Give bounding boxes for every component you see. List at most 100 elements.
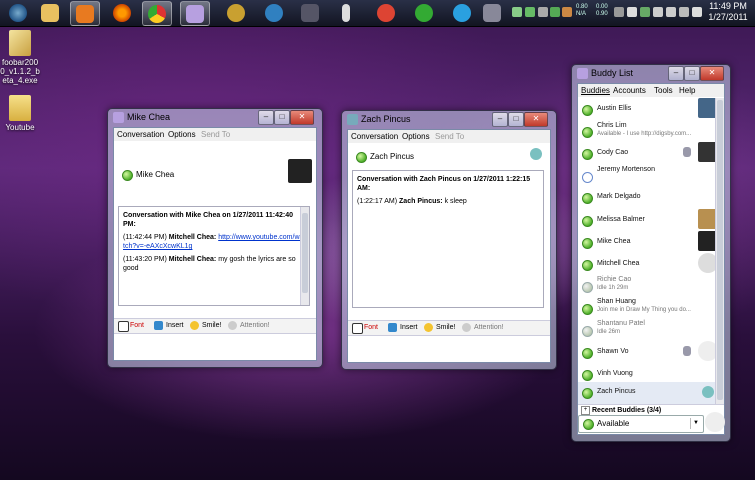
taskbar-explorer-button[interactable] [36, 1, 64, 24]
maximize-button[interactable]: □ [508, 112, 524, 127]
buddy-item[interactable]: Mike Chea [578, 230, 724, 252]
taskbar-chrome-button[interactable] [142, 1, 172, 26]
status-idle-icon [582, 282, 593, 293]
contact-name: Zach Pincus [370, 152, 415, 161]
network-tray-icon[interactable] [512, 7, 522, 17]
chat-scrollbar[interactable] [300, 207, 309, 305]
font-button[interactable]: Font [130, 322, 144, 329]
buddy-item[interactable]: Melissa Balmer [578, 208, 724, 230]
menu-tools[interactable]: Tools [654, 86, 673, 95]
menu-accounts[interactable]: Accounts [613, 86, 646, 95]
status-available-icon [122, 170, 133, 181]
insert-button[interactable]: Insert [400, 324, 418, 331]
buddy-item[interactable]: Vinh Vuong [578, 362, 724, 384]
tray-flag-icon[interactable] [666, 7, 676, 17]
menu-options[interactable]: Options [168, 130, 196, 139]
attention-button[interactable]: Attention! [240, 322, 270, 329]
taskbar-media-player-button[interactable] [70, 1, 100, 26]
desktop-icon-foobar[interactable]: foobar2000_v1.1.2_beta_4.exe [0, 30, 40, 85]
minimize-button[interactable]: – [492, 112, 508, 127]
taskbar-app3-button[interactable] [478, 1, 506, 24]
menu-buddies[interactable]: Buddies [581, 86, 610, 95]
taskbar-utorrent-button[interactable] [410, 1, 438, 24]
tray-network-icon[interactable] [679, 7, 689, 17]
buddy-item[interactable]: Shawn Vo [578, 340, 724, 362]
maximize-button[interactable]: □ [274, 110, 290, 125]
close-button[interactable]: ✕ [290, 110, 314, 125]
buddy-status-message: Available - I use http://digsby.com... [597, 131, 692, 137]
minimize-button[interactable]: – [668, 66, 684, 81]
chevron-down-icon[interactable]: ▼ [690, 418, 701, 429]
start-orb-button[interactable] [4, 1, 32, 24]
tray-utorrent-icon[interactable] [550, 7, 560, 17]
menu-send-to[interactable]: Send To [435, 132, 464, 141]
scrollbar-thumb[interactable] [302, 213, 308, 293]
insert-button[interactable]: Insert [166, 322, 184, 329]
buddy-item[interactable]: Mitchell Chea [578, 252, 724, 274]
status-idle-icon [582, 326, 593, 337]
font-button[interactable]: Font [364, 324, 378, 331]
taskbar-ccleaner-button[interactable] [372, 1, 400, 24]
menu-conversation[interactable]: Conversation [117, 130, 164, 139]
close-button[interactable]: ✕ [700, 66, 724, 81]
titlebar[interactable]: Buddy List – □ ✕ [572, 65, 730, 83]
message-input[interactable] [116, 334, 312, 356]
buddy-item[interactable]: Shantanu Patel Idle 26m [578, 318, 724, 340]
format-toolbar: Font Insert Smile! Attention! [114, 318, 316, 334]
tray-app2-icon[interactable] [614, 7, 624, 17]
message-time: (11:42:44 PM) [123, 234, 167, 241]
menu-send-to[interactable]: Send To [201, 130, 230, 139]
taskbar-clock[interactable]: 11:49 PM 1/27/2011 [705, 1, 751, 23]
taskbar-firefox-button[interactable] [108, 1, 136, 24]
taskbar-skype-button[interactable] [448, 1, 476, 24]
digsby-icon [186, 4, 204, 23]
maximize-button[interactable]: □ [684, 66, 700, 81]
tray-app-icon[interactable] [525, 7, 535, 17]
tray-vmware-icon[interactable] [538, 7, 548, 17]
menu-conversation[interactable]: Conversation [351, 132, 398, 141]
taskbar-hon-button[interactable] [222, 1, 250, 24]
taskbar-app-button[interactable] [260, 1, 288, 24]
status-available-icon [356, 152, 367, 163]
menu-help[interactable]: Help [679, 86, 695, 95]
smile-button[interactable]: Smile! [202, 322, 221, 329]
attention-button[interactable]: Attention! [474, 324, 504, 331]
status-available-icon [582, 216, 593, 227]
status-available-icon [582, 304, 593, 315]
titlebar[interactable]: Mike Chea – □ ✕ [108, 109, 322, 127]
buddy-item[interactable]: Chris Lim Available - I use http://digsb… [578, 120, 724, 142]
buddy-item-selected[interactable]: Zach Pincus [578, 382, 724, 404]
smile-button[interactable]: Smile! [436, 324, 455, 331]
buddy-scrollbar[interactable] [715, 98, 724, 404]
buddy-item[interactable]: Cody Cao [578, 142, 724, 164]
tray-volume-icon[interactable] [692, 7, 702, 17]
tray-temp-icon[interactable] [562, 7, 572, 17]
buddy-name: Austin Ellis [597, 105, 632, 112]
minimize-button[interactable]: – [258, 110, 274, 125]
menubar: Conversation Options Send To [114, 128, 316, 141]
tray-app5-icon[interactable] [653, 7, 663, 17]
tray-app3-icon[interactable] [627, 7, 637, 17]
buddy-item[interactable]: Austin Ellis [578, 98, 724, 120]
tray-app4-icon[interactable] [640, 7, 650, 17]
buddy-item[interactable]: Richie Cao Idle 1h 29m [578, 274, 724, 296]
menu-options[interactable]: Options [402, 132, 430, 141]
message-row: (1:22:17 AM) Zach Pincus: k sleep [357, 197, 539, 206]
taskbar-digsby-button[interactable] [180, 1, 210, 26]
ccleaner-icon [377, 3, 395, 22]
close-button[interactable]: ✕ [524, 112, 548, 127]
expand-icon[interactable]: + [581, 406, 590, 415]
buddy-item[interactable]: Shan Huang Join me in Draw My Thing you … [578, 296, 724, 318]
scrollbar-thumb[interactable] [717, 100, 723, 400]
buddy-item[interactable]: Mark Delgado [578, 186, 724, 208]
my-avatar[interactable] [705, 412, 725, 432]
titlebar[interactable]: Zach Pincus – □ ✕ [342, 111, 556, 129]
message-row: (11:42:44 PM) Mitchell Chea: http://www.… [123, 233, 305, 251]
taskbar-app2-button[interactable] [296, 1, 324, 24]
taskbar-chess-button[interactable] [332, 1, 360, 24]
desktop-icon-youtube[interactable]: Youtube [0, 95, 40, 132]
buddy-item[interactable]: Jeremy Mortenson [578, 164, 724, 186]
message-input[interactable] [350, 336, 546, 358]
status-selector[interactable]: Available ▼ [578, 415, 704, 433]
format-toolbar: Font Insert Smile! Attention! [348, 320, 550, 336]
